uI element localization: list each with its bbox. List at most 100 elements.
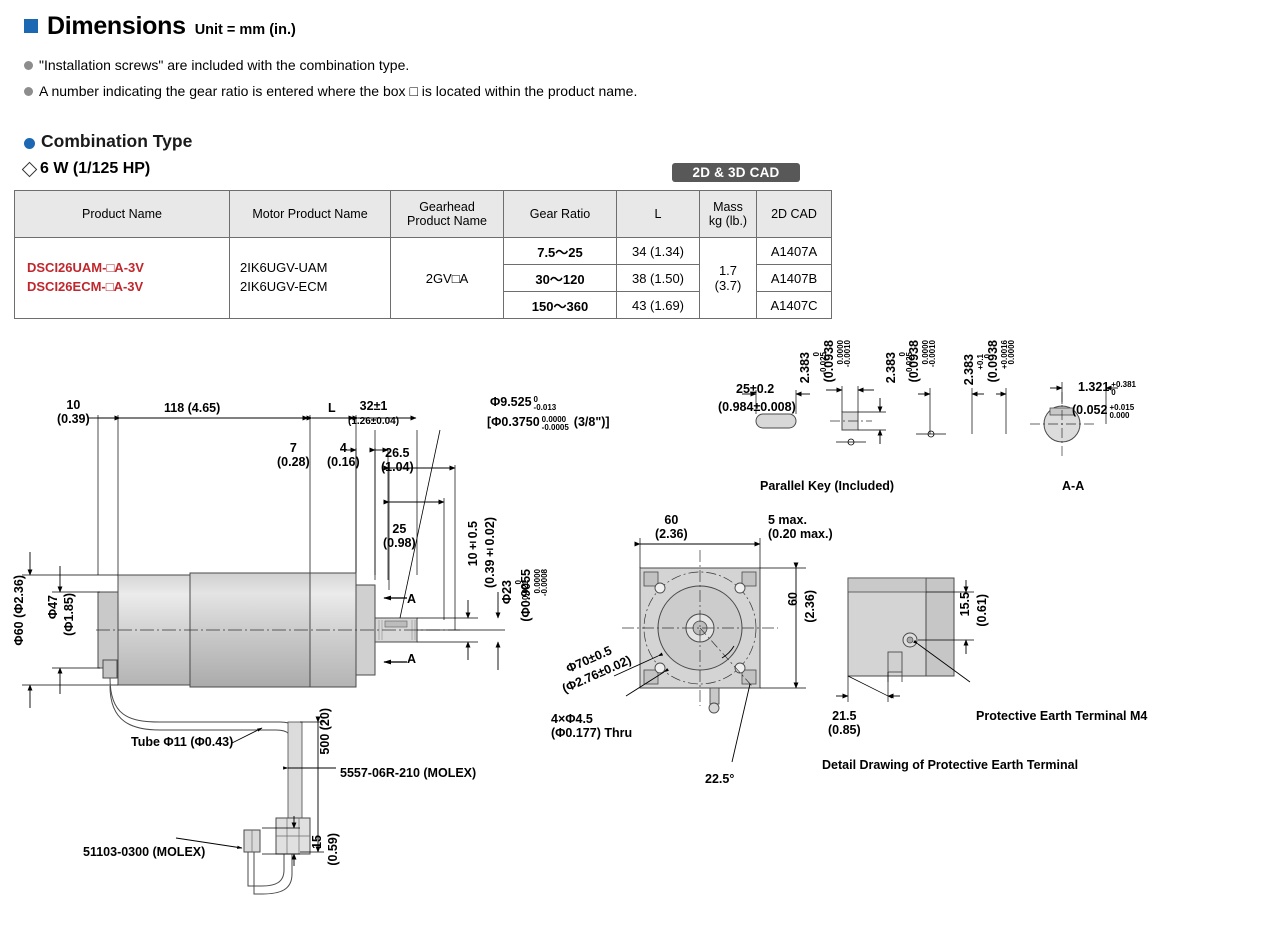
note-line-1: "Installation screws" are included with … bbox=[24, 57, 409, 73]
label-molex-51103: 51103-0300 (MOLEX) bbox=[83, 845, 206, 859]
dim-L: L bbox=[328, 401, 336, 415]
dim-15-inch: (0.59) bbox=[326, 833, 340, 866]
dim-shaft-diameter-inch: [Φ0.3750 0.0000 -0.0005 (3/8")] bbox=[487, 415, 610, 433]
cell-cad: A1407C bbox=[756, 291, 832, 319]
th-gearhead-product-name: Gearhead Product Name bbox=[390, 190, 504, 238]
dim-phi23-inch: (Φ0.9055 0.0000 -0.0008 bbox=[519, 569, 549, 622]
dim-15-value: 15 bbox=[310, 835, 324, 849]
key-dim-25-value: 25±0.2 bbox=[736, 382, 775, 396]
key-dim-0938: (0.0938 0.0000 -0.0010 bbox=[822, 340, 852, 382]
aa-dim-0938b-lower: 0.0000 bbox=[1007, 340, 1016, 365]
label-a-a: A-A bbox=[1062, 479, 1085, 493]
th-mass-line2: kg (lb.) bbox=[708, 214, 748, 228]
earth-terminal-drawing bbox=[836, 577, 974, 702]
th-gearhead-line1: Gearhead bbox=[419, 199, 475, 214]
note-1-text: "Installation screws" are included with … bbox=[39, 57, 410, 73]
aa-dim-052-value: (0.052 bbox=[1072, 403, 1108, 417]
aa-dim-052: (0.052 +0.015 0.000 bbox=[1072, 403, 1134, 421]
aa-dim-1321: 1.321 +0.381 0 bbox=[1078, 380, 1136, 398]
earth-dim-21-5-value: 21.5 bbox=[832, 709, 857, 723]
cell-l: 34 (1.34) bbox=[616, 237, 700, 265]
key-dim-25: 25±0.2 bbox=[736, 382, 774, 396]
earth-dim-15-5-value: 15.5 bbox=[958, 592, 972, 617]
caption-earth-terminal: Detail Drawing of Protective Earth Termi… bbox=[822, 758, 1079, 772]
front-dim-5max-inch: (0.20 max.) bbox=[768, 527, 833, 541]
th-gearhead-line2: Product Name bbox=[407, 214, 487, 228]
motor-name-2: 2IK6UGV-ECM bbox=[240, 279, 328, 294]
front-dim-holes-thru: (Φ0.177) Thru bbox=[551, 726, 633, 740]
front-dim-holes-value: 4×Φ4.5 bbox=[551, 712, 593, 726]
note-line-2: A number indicating the gear ratio is en… bbox=[24, 83, 637, 99]
aa-dim-2383-value: 2.383 bbox=[884, 352, 898, 384]
shaft-inch-tol-lower: -0.0005 bbox=[541, 423, 569, 433]
dim-32-value: 32±1 bbox=[359, 399, 388, 413]
front-dim-60-top: 60 (2.36) bbox=[655, 513, 688, 541]
key-dim-0938-lower: -0.0010 bbox=[843, 340, 852, 368]
wattage-text: 6 W (1/125 HP) bbox=[40, 160, 151, 177]
dim-25-value: 25 bbox=[392, 522, 407, 536]
product-name-2: DSCI26ECM-□A-3V bbox=[27, 279, 144, 294]
th-mass: Mass kg (lb.) bbox=[699, 190, 757, 238]
shaft-inch-value: [Φ0.3750 bbox=[487, 415, 540, 429]
shaft-dia-value: Φ9.525 bbox=[490, 395, 532, 409]
cell-cad: A1407A bbox=[756, 237, 832, 265]
dim-7-value: 7 bbox=[289, 441, 297, 455]
wattage-heading: 6 W (1/125 HP) bbox=[21, 160, 151, 178]
key-dim-2383-value: 2.383 bbox=[798, 352, 812, 384]
dim-26-5: 26.5 (1.04) bbox=[381, 446, 414, 474]
front-dim-60-right-inch: (2.36) bbox=[803, 590, 817, 623]
th-2d-cad: 2D CAD bbox=[756, 190, 832, 238]
cell-gear-ratio: 30～120 bbox=[503, 264, 617, 292]
aa-dim-052-lower: 0.000 bbox=[1109, 411, 1130, 421]
note-2-text: A number indicating the gear ratio is en… bbox=[39, 83, 638, 99]
cell-cad: A1407B bbox=[756, 264, 832, 292]
section-mark-a-top: A bbox=[407, 592, 417, 606]
cell-l: 38 (1.50) bbox=[616, 264, 700, 292]
cell-gear-ratio: 7.5～25 bbox=[503, 237, 617, 265]
dim-phi23-inch-lower: -0.0008 bbox=[540, 569, 549, 597]
front-dim-5max: 5 max. (0.20 max.) bbox=[768, 513, 833, 541]
dim-118: 118 (4.65) bbox=[164, 401, 221, 415]
th-motor-product-name: Motor Product Name bbox=[229, 190, 391, 238]
th-l: L bbox=[616, 190, 700, 238]
earth-dim-15-5-inch: (0.61) bbox=[975, 594, 989, 627]
label-molex-5557: 5557-06R-210 (MOLEX) bbox=[340, 766, 477, 780]
cell-motor-names: 2IK6UGV-UAM 2IK6UGV-ECM bbox=[229, 237, 391, 319]
aa-dim-1321-lower: 0 bbox=[1111, 388, 1116, 398]
dim-7-inch: (0.28) bbox=[277, 455, 310, 469]
bullet-icon bbox=[24, 61, 33, 70]
cad-badge[interactable]: 2D & 3D CAD bbox=[672, 163, 800, 182]
th-gear-ratio: Gear Ratio bbox=[503, 190, 617, 238]
table-header-row: Product Name Motor Product Name Gearhead… bbox=[14, 190, 832, 238]
cell-product-names: DSCI26UAM-□A-3V DSCI26ECM-□A-3V bbox=[14, 237, 230, 319]
dim-4: 4 (0.16) bbox=[327, 441, 360, 469]
key-dim-25-inch-value: (0.984±0.008) bbox=[718, 400, 796, 414]
dim-10: 10 (0.39) bbox=[57, 398, 90, 426]
section-mark-a-bottom: A bbox=[407, 652, 417, 666]
front-dim-60-top-inch: (2.36) bbox=[655, 527, 688, 541]
dim-25: 25 (0.98) bbox=[383, 522, 416, 550]
cad-badge-label: 2D & 3D CAD bbox=[692, 165, 780, 180]
dim-26-5-value: 26.5 bbox=[385, 446, 410, 460]
diamond-icon bbox=[21, 161, 38, 177]
mass-line2: (3.7) bbox=[714, 278, 742, 293]
earth-dim-15-5-inch-value: (0.61) bbox=[975, 594, 989, 627]
aa-dim-0938-value: (0.0938 bbox=[907, 340, 921, 383]
dim-10-key-inch-value: (0.39±0.02) bbox=[483, 517, 497, 588]
front-dim-60-right-inch-value: (2.36) bbox=[803, 590, 817, 623]
cell-gearhead: 2GV□A bbox=[390, 237, 504, 319]
dim-4-value: 4 bbox=[339, 441, 347, 455]
title-text: Dimensions bbox=[47, 12, 186, 40]
front-dim-holes: 4×Φ4.5 (Φ0.177) Thru bbox=[551, 712, 632, 740]
dim-10-inch: (0.39) bbox=[57, 412, 90, 426]
unit-note: Unit = mm (in.) bbox=[194, 22, 296, 38]
motor-name-1: 2IK6UGV-UAM bbox=[240, 260, 328, 276]
dim-25-inch: (0.98) bbox=[383, 536, 416, 550]
cell-mass: 1.7 (3.7) bbox=[699, 237, 757, 319]
dim-phi47: Φ47 bbox=[46, 595, 60, 619]
label-tube: Tube Φ11 (Φ0.43) bbox=[131, 735, 234, 749]
aa-dim-2383b-value: 2.383 bbox=[962, 354, 976, 386]
shaft-tol-lower: -0.013 bbox=[533, 403, 557, 413]
dim-10-key-inch: (0.39±0.02) bbox=[483, 517, 497, 588]
earth-dim-21-5: 21.5 (0.85) bbox=[828, 709, 861, 737]
